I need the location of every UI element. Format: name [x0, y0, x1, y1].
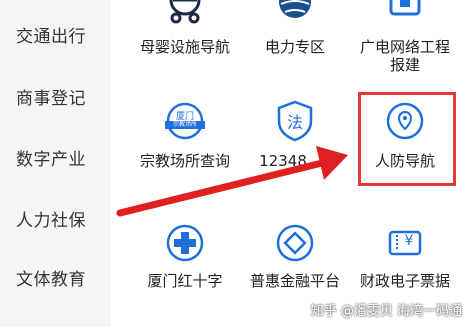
- arrow-shaft: [116, 159, 326, 217]
- arrow-head: [316, 146, 348, 180]
- watermark: 知乎 @潘雯贝 海湾一码通: [310, 304, 462, 319]
- annotation-arrow-overlay: [116, 146, 348, 217]
